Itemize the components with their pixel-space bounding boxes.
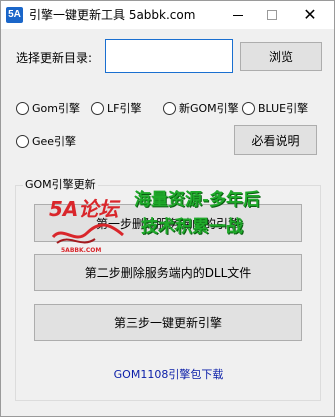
minimize-button[interactable] (221, 1, 255, 29)
step2-button[interactable]: 第二步删除服务端内的DLL文件 (34, 254, 302, 291)
watermark-logo-text: 5A论坛 (49, 197, 119, 221)
watermark-logo: 5A论坛 5ABBK.COM (49, 189, 129, 259)
radio-label-blue: BLUE引擎 (258, 102, 309, 115)
watermark-line2: 技术积累一战 (141, 217, 243, 237)
step3-button[interactable]: 第三步一键更新引擎 (34, 304, 302, 341)
radio-lf[interactable]: LF引擎 (91, 100, 141, 116)
radio-label-new-gom: 新GOM引擎 (179, 102, 239, 115)
close-button[interactable]: ✕ (293, 1, 327, 29)
gom-download-link[interactable]: GOM1108引擎包下载 (1, 366, 335, 382)
radio-gee[interactable]: Gee引擎 (16, 133, 76, 149)
maximize-icon (267, 10, 277, 20)
radio-label-gee: Gee引擎 (32, 135, 77, 148)
title-bar[interactable]: 5A 引擎一键更新工具 5abbk.com ✕ (1, 1, 334, 29)
radio-label-lf: LF引擎 (107, 102, 142, 115)
dir-input[interactable] (105, 39, 233, 73)
watermark-logo-sub: 5ABBK.COM (61, 247, 102, 254)
radio-label-gom: Gom引擎 (32, 102, 80, 115)
browse-button[interactable]: 浏览 (240, 42, 322, 71)
app-icon: 5A (6, 7, 23, 23)
radio-circle (16, 101, 29, 115)
watermark-dragon-icon (51, 223, 124, 244)
radio-blue[interactable]: BLUE引擎 (242, 100, 308, 116)
readme-button[interactable]: 必看说明 (234, 125, 317, 155)
radio-new-gom[interactable]: 新GOM引擎 (163, 100, 239, 116)
close-icon: ✕ (303, 5, 317, 24)
radio-circle (242, 101, 255, 115)
window-title: 引擎一键更新工具 5abbk.com (29, 8, 196, 22)
radio-circle (91, 101, 104, 115)
radio-gom[interactable]: Gom引擎 (16, 100, 80, 116)
dir-label: 选择更新目录: (16, 51, 93, 65)
maximize-button[interactable] (255, 1, 289, 29)
minimize-icon (233, 14, 243, 16)
radio-circle (16, 134, 29, 148)
radio-circle (163, 101, 176, 115)
watermark-line1: 海量资源-多年后 (134, 190, 261, 210)
app-window: 5A 引擎一键更新工具 5abbk.com ✕ 选择更新目录: 浏览 Gom引擎… (0, 0, 335, 417)
